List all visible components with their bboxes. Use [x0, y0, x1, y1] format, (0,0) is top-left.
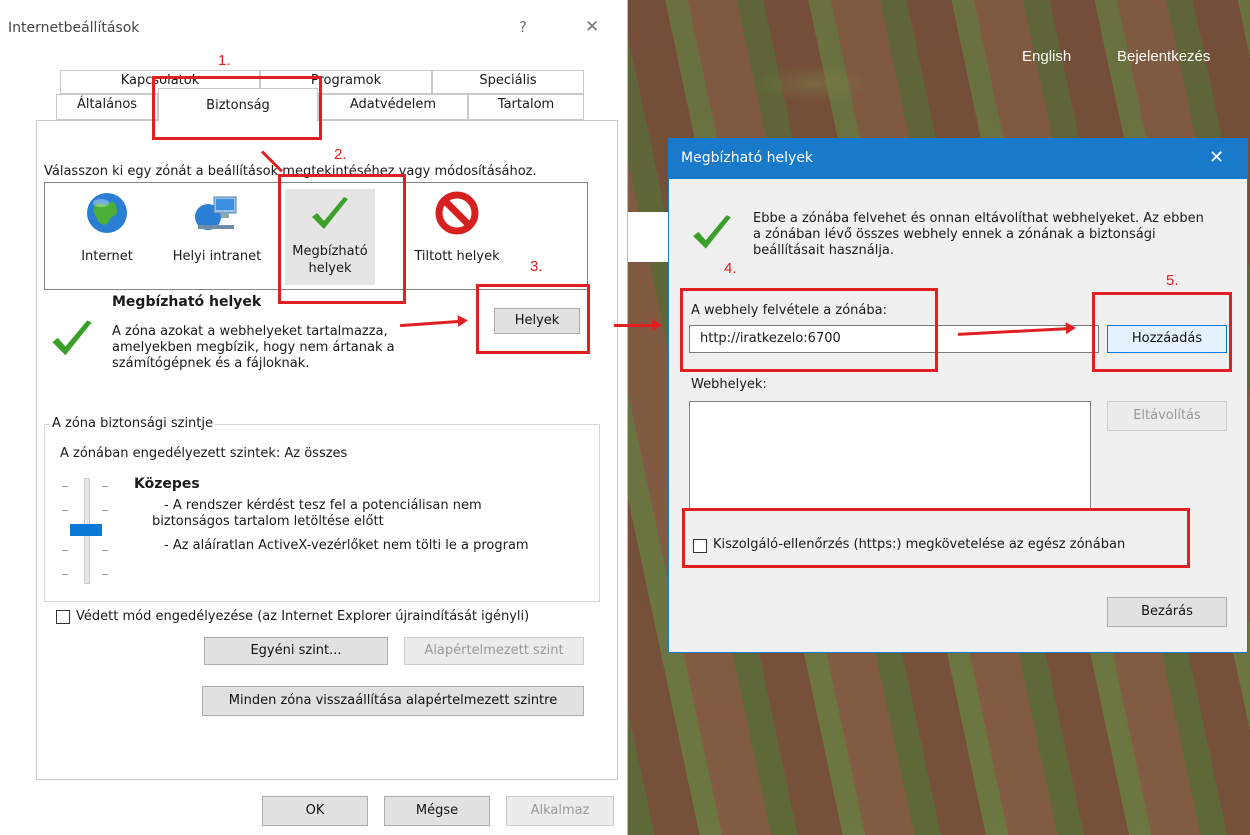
tab-security[interactable]: Biztonság [158, 88, 318, 122]
zone-internet[interactable]: Internet [57, 191, 157, 281]
signin-link[interactable]: Bejelentkezés [1117, 48, 1210, 65]
group-label: A zóna biztonsági szintje [50, 416, 216, 431]
slider-tick [102, 510, 108, 511]
protected-mode-label: Védett mód engedélyezése (az Internet Ex… [76, 609, 530, 624]
annotation-box-3 [476, 284, 590, 354]
remove-button[interactable]: Eltávolítás [1107, 401, 1227, 431]
language-link[interactable]: English [1022, 48, 1071, 65]
zone-intranet[interactable]: Helyi intranet [157, 191, 277, 281]
title-bar: Megbízható helyek ✕ [669, 139, 1247, 179]
slider-thumb[interactable] [70, 524, 102, 536]
level-name: Közepes [134, 476, 200, 492]
slider-tick [62, 550, 68, 551]
apply-button[interactable]: Alkalmaz [506, 796, 614, 826]
tab-advanced[interactable]: Speciális [432, 70, 584, 94]
dialog-title: Megbízható helyek [681, 150, 814, 166]
allowed-levels: A zónában engedélyezett szintek: Az össz… [60, 446, 348, 461]
slider-tick [62, 510, 68, 511]
close-button[interactable]: ✕ [585, 17, 599, 37]
zone-label: Tiltott helyek [414, 249, 500, 264]
sites-list[interactable] [689, 401, 1091, 509]
slider-tick [62, 574, 68, 575]
trusted-sites-dialog: Megbízható helyek ✕ Ebbe a zónába felveh… [668, 138, 1248, 653]
checkmark-icon [52, 320, 92, 356]
slider-tick [102, 574, 108, 575]
zone-label: Internet [81, 249, 133, 264]
info-text: Ebbe a zónába felvehet és onnan eltávolí… [753, 211, 1204, 258]
tab-content[interactable]: Tartalom [468, 94, 584, 120]
annotation-number: 4. [724, 260, 737, 277]
slider-tick [102, 550, 108, 551]
annotation-number: 2. [334, 146, 347, 163]
close-button[interactable]: Bezárás [1107, 597, 1227, 627]
zone-label: Helyi intranet [172, 249, 262, 264]
tab-privacy[interactable]: Adatvédelem [318, 94, 468, 120]
ok-button[interactable]: OK [262, 796, 368, 826]
default-level-button[interactable]: Alapértelmezett szint [404, 637, 584, 665]
cancel-button[interactable]: Mégse [384, 796, 490, 826]
level-description-2: - Az aláíratlan ActiveX-vezérlőket nem t… [164, 538, 529, 553]
slider-tick [102, 486, 108, 487]
slider-tick [62, 486, 68, 487]
annotation-number: 5. [1166, 272, 1179, 289]
annotation-box-6 [682, 508, 1190, 568]
zone-description: A zóna azokat a webhelyeket tartalmazza,… [112, 324, 395, 371]
level-description-1: - A rendszer kérdést tesz fel a potenciá… [152, 498, 482, 529]
security-slider[interactable] [62, 478, 112, 586]
network-icon [195, 196, 237, 230]
dialog-title: Internetbeállítások [8, 20, 140, 36]
globe-icon [87, 193, 127, 233]
annotation-arrow [614, 319, 662, 331]
custom-level-button[interactable]: Egyéni szint... [204, 637, 388, 665]
annotation-box-4 [680, 288, 938, 372]
tab-general[interactable]: Általános [56, 94, 158, 120]
annotation-box-2 [278, 174, 406, 304]
close-icon[interactable]: ✕ [1209, 147, 1224, 168]
annotation-box-5 [1092, 292, 1232, 372]
protected-mode-checkbox[interactable] [56, 610, 70, 624]
help-button[interactable]: ? [519, 18, 527, 36]
sites-label: Webhelyek: [691, 377, 767, 392]
checkmark-icon [693, 215, 731, 249]
zone-restricted[interactable]: Tiltott helyek [397, 191, 517, 281]
page-strip [628, 212, 668, 262]
reset-all-zones-button[interactable]: Minden zóna visszaállítása alapértelmeze… [202, 686, 584, 716]
annotation-number: 3. [530, 258, 543, 275]
blocked-icon [435, 191, 479, 235]
annotation-number: 1. [218, 52, 231, 69]
zone-title: Megbízható helyek [112, 294, 262, 310]
